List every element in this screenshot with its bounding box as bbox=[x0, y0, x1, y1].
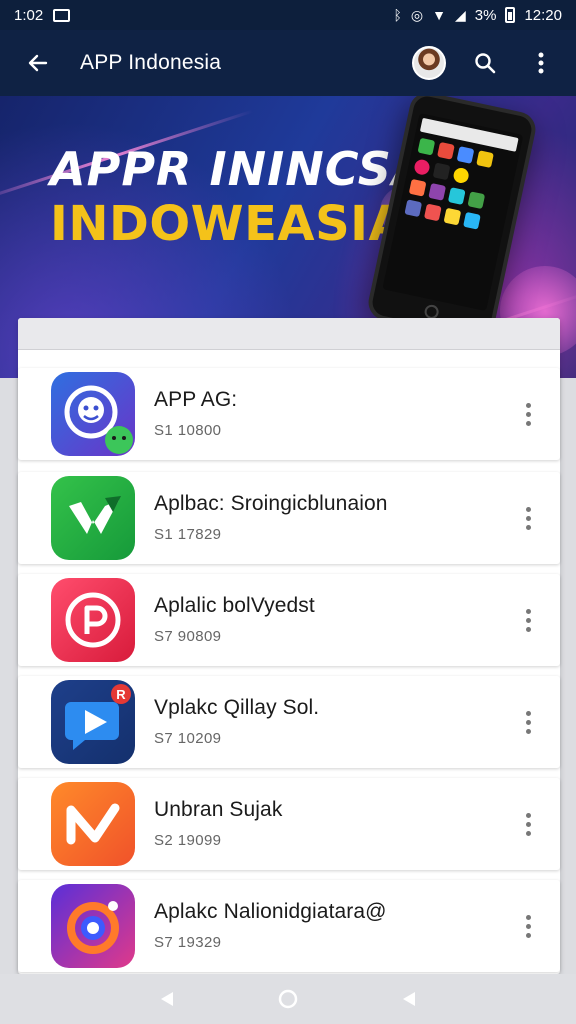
battery-icon bbox=[505, 7, 516, 23]
avatar[interactable] bbox=[412, 46, 446, 80]
list-item[interactable]: R Vplakc Qillay Sol. S7 10209 bbox=[18, 676, 560, 768]
app-meta: S2 19099 bbox=[154, 832, 222, 849]
status-time-right: 12:20 bbox=[524, 6, 562, 24]
app-meta: S7 19329 bbox=[154, 934, 222, 951]
chat-face-icon bbox=[51, 372, 135, 456]
list-item[interactable]: Aplalic bolVyedst S7 90809 bbox=[18, 574, 560, 666]
purple-ring-icon bbox=[51, 884, 135, 968]
svg-text:R: R bbox=[116, 687, 126, 702]
search-icon[interactable] bbox=[468, 46, 502, 80]
app-name: Aplbac: Sroingicblunaion bbox=[154, 492, 388, 515]
back-arrow-icon[interactable] bbox=[18, 43, 58, 83]
status-time-left: 1:02 bbox=[14, 6, 44, 24]
wifi-icon: ▼ bbox=[432, 7, 446, 23]
list-item[interactable]: Aplakc Nalionidgiatara@ S7 19329 bbox=[18, 880, 560, 972]
app-name: APP AG: bbox=[154, 388, 238, 411]
banner-subheadline: INDOWEASIA bbox=[50, 196, 407, 252]
app-name: Vplakc Qillay Sol. bbox=[154, 696, 320, 719]
more-vert-icon[interactable] bbox=[518, 706, 538, 738]
list-item[interactable]: Aplbac: Sroingicblunaion S1 17829 bbox=[18, 472, 560, 564]
more-vert-icon[interactable] bbox=[524, 46, 558, 80]
banner-headline: APPR ININCSA bbox=[50, 142, 429, 196]
more-vert-icon[interactable] bbox=[518, 398, 538, 430]
play-chat-icon: R bbox=[51, 680, 135, 764]
more-vert-icon[interactable] bbox=[518, 808, 538, 840]
bluetooth-icon: ᛒ bbox=[393, 7, 402, 23]
signal-icon: ◢ bbox=[454, 7, 466, 23]
panel-header bbox=[18, 318, 560, 350]
app-meta: S7 10209 bbox=[154, 730, 222, 747]
recents-triangle-icon[interactable] bbox=[396, 986, 422, 1012]
back-triangle-icon[interactable] bbox=[154, 986, 180, 1012]
more-vert-icon[interactable] bbox=[518, 604, 538, 636]
app-name: Aplakc Nalionidgiatara@ bbox=[154, 900, 387, 923]
orange-n-icon bbox=[51, 782, 135, 866]
more-vert-icon[interactable] bbox=[518, 502, 538, 534]
app-meta: S1 17829 bbox=[154, 526, 222, 543]
system-nav-bar bbox=[0, 974, 576, 1024]
more-vert-icon[interactable] bbox=[518, 910, 538, 942]
app-bar: APP Indonesia bbox=[0, 30, 576, 96]
alarm-icon: ◎ bbox=[410, 7, 424, 23]
battery-percent: 3% bbox=[474, 6, 497, 24]
green-leaf-icon bbox=[51, 476, 135, 560]
app-title: APP Indonesia bbox=[80, 51, 222, 74]
status-bar: 1:02 ᛒ ◎ ▼ ◢ 3% 12:20 bbox=[0, 0, 576, 30]
home-circle-icon[interactable] bbox=[275, 986, 301, 1012]
list-item[interactable]: APP AG: S1 10800 bbox=[18, 368, 560, 460]
app-meta: S1 10800 bbox=[154, 422, 222, 439]
app-name: Aplalic bolVyedst bbox=[154, 594, 315, 617]
notification-icon bbox=[53, 8, 71, 22]
app-meta: S7 90809 bbox=[154, 628, 222, 645]
red-p-icon bbox=[51, 578, 135, 662]
app-name: Unbran Sujak bbox=[154, 798, 283, 821]
list-item[interactable]: Unbran Sujak S2 19099 bbox=[18, 778, 560, 870]
